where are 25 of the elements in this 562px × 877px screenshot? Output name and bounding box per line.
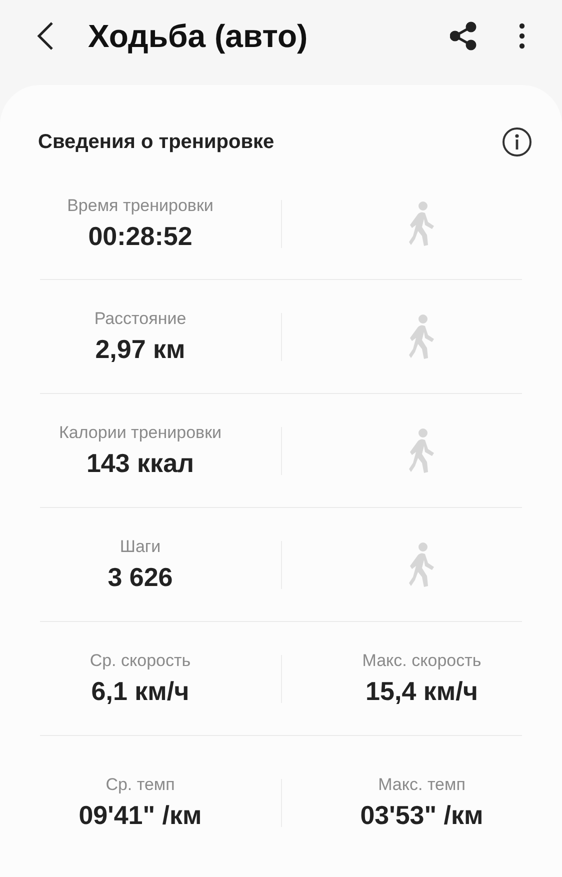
more-options-icon[interactable]: [518, 23, 526, 49]
section-title: Сведения о тренировке: [38, 130, 274, 155]
stat-value: 143 ккал: [86, 446, 194, 480]
stat-value: 00:28:52: [88, 220, 192, 253]
stat-value: 15,4 км/ч: [366, 674, 478, 708]
stat-value: 3 626: [108, 560, 173, 594]
stat-value: 03'53" /км: [360, 799, 484, 832]
walking-person-icon: [408, 314, 435, 360]
stat-label: Ср. скорость: [90, 650, 191, 672]
info-icon[interactable]: [502, 127, 532, 157]
stat-value: 2,97 км: [95, 332, 186, 366]
stat-label: Макс. темп: [378, 774, 466, 796]
stat-label: Ср. темп: [106, 774, 175, 796]
stat-label: Калории тренировки: [58, 422, 222, 444]
walking-person-icon: [408, 201, 435, 247]
walking-person-icon: [408, 542, 435, 588]
page-title: Ходьба (авто): [88, 17, 309, 56]
stat-label: Шаги: [120, 536, 161, 558]
stat-label: Макс. скорость: [362, 650, 482, 672]
share-icon[interactable]: [450, 21, 478, 51]
stat-value: 6,1 км/ч: [91, 674, 190, 708]
stat-value: 09'41" /км: [78, 799, 202, 832]
stat-label: Расстояние: [94, 308, 186, 330]
stat-label: Время тренировки: [67, 195, 214, 217]
walking-person-icon: [408, 428, 435, 474]
